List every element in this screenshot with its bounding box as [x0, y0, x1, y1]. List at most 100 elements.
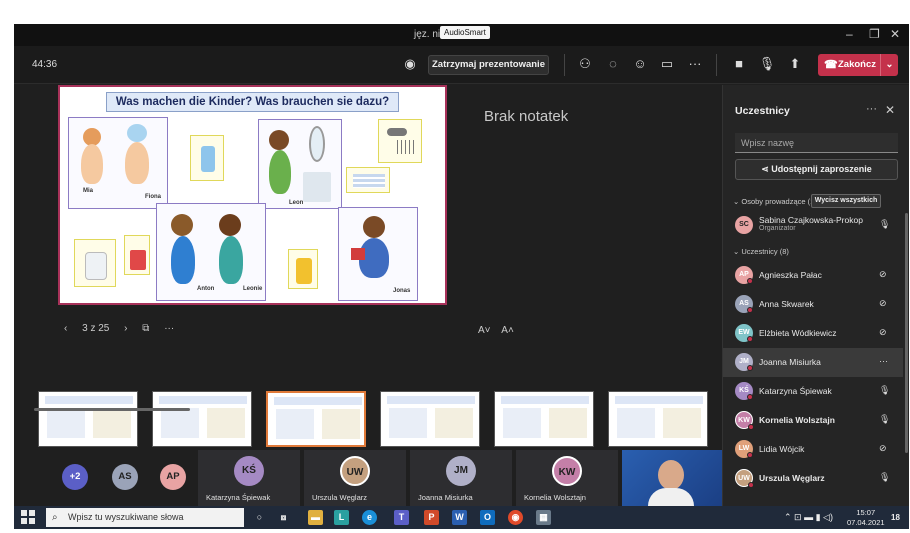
- label-leonie: Leonie: [243, 286, 263, 292]
- kid-body: [125, 142, 149, 184]
- notifications-icon[interactable]: 18: [888, 510, 903, 525]
- cortana-icon[interactable]: ○: [252, 510, 267, 525]
- task-view-icon[interactable]: ⧈: [276, 510, 291, 525]
- microphone-icon[interactable]: 🎙︎: [879, 385, 890, 396]
- label-fiona: Fiona: [145, 194, 161, 200]
- participant-row[interactable]: EW Elżbieta Wódkiewicz ⊘: [723, 319, 903, 348]
- video-tile[interactable]: KŚ Katarzyna Śpiewak: [198, 450, 300, 506]
- close-button[interactable]: ✕: [890, 27, 900, 41]
- grid-view-icon[interactable]: ⧉: [142, 323, 149, 334]
- teams-icon[interactable]: T: [394, 510, 409, 525]
- camera-icon[interactable]: ■: [730, 55, 748, 73]
- tile-name: Urszula Węglarz: [312, 493, 368, 502]
- slide-thumbnail[interactable]: [152, 391, 252, 447]
- participants-icon[interactable]: ⚇: [576, 55, 594, 73]
- label-leon: Leon: [289, 200, 304, 206]
- mute-all-button[interactable]: Wycisz wszystkich: [811, 194, 881, 208]
- slide-thumbnail[interactable]: [380, 391, 480, 447]
- participant-row-hovered[interactable]: JM Joanna Misiurka ···: [723, 348, 903, 377]
- shower-head: [387, 128, 407, 136]
- font-decrease-button[interactable]: A˅: [478, 325, 491, 336]
- avatar-initials: AS: [739, 300, 749, 307]
- end-call-button[interactable]: ☎ Zakończ ⌄: [818, 54, 898, 76]
- microphone-icon[interactable]: 🎙︎: [758, 55, 776, 73]
- powerpoint-icon[interactable]: P: [424, 510, 439, 525]
- reactions-icon[interactable]: ☺: [631, 55, 649, 73]
- participant-row[interactable]: AP Agnieszka Pałac ⊘: [723, 261, 903, 290]
- overflow-participants-button[interactable]: +2: [62, 464, 88, 490]
- presenters-section-header[interactable]: ⌄ Osoby prowadzące (1): [733, 197, 817, 206]
- microphone-off-icon[interactable]: ⊘: [879, 443, 887, 454]
- microphone-off-icon[interactable]: ⊘: [879, 298, 887, 309]
- chat-icon[interactable]: ◌: [604, 55, 622, 73]
- current-slide: Was machen die Kinder? Was brauchen sie …: [58, 85, 447, 305]
- microphone-icon[interactable]: 🎙︎: [879, 219, 890, 230]
- slide-picture-soap-dispenser: [190, 135, 224, 181]
- participants-scrollbar[interactable]: [905, 213, 908, 453]
- avatar: AS: [735, 295, 753, 313]
- presence-dot: [747, 365, 753, 371]
- video-tile[interactable]: UW Urszula Węglarz: [304, 450, 406, 506]
- slide-more-icon[interactable]: ···: [164, 323, 174, 334]
- slide-counter: 3 z 25: [82, 323, 110, 334]
- person-shoulders: [648, 488, 694, 506]
- more-icon[interactable]: ···: [866, 103, 877, 115]
- avatar: AS: [112, 464, 138, 490]
- chevron-down-icon[interactable]: ⌄: [880, 54, 898, 76]
- word-icon[interactable]: W: [452, 510, 467, 525]
- avatar: LW: [735, 440, 753, 458]
- share-tray-icon[interactable]: ⬆: [786, 55, 804, 73]
- share-invite-button[interactable]: ⋖ Udostępnij zaproszenie: [735, 159, 898, 180]
- slide-thumbnail[interactable]: [38, 391, 138, 447]
- participant-row[interactable]: SC Sabina Czajkowska-Prokop Organizator …: [723, 211, 903, 240]
- participants-header: Uczestnicy: [735, 105, 790, 117]
- microphone-off-icon[interactable]: ⊘: [879, 327, 887, 338]
- windows-start-icon[interactable]: [21, 510, 35, 524]
- video-tile[interactable]: KW Kornelia Wolsztajn: [516, 450, 618, 506]
- stop-presenting-button[interactable]: Zatrzymaj prezentowanie: [428, 55, 549, 75]
- more-options-icon[interactable]: ···: [686, 55, 704, 73]
- tile-name: Katarzyna Śpiewak: [206, 493, 271, 502]
- slide-thumbnail[interactable]: [608, 391, 708, 447]
- kid-head: [219, 214, 241, 236]
- attendees-section-header[interactable]: ⌄ Uczestnicy (8): [733, 247, 789, 256]
- restore-button[interactable]: ❐: [869, 27, 880, 41]
- attendees-section-label: Uczestnicy (8): [741, 247, 789, 256]
- taskbar-search-box[interactable]: ⌕ Wpisz tu wyszukiwane słowa: [46, 508, 244, 527]
- participant-row[interactable]: LW Lidia Wójcik ⊘: [723, 435, 903, 464]
- microphone-off-icon[interactable]: ⊘: [879, 269, 887, 280]
- font-increase-button[interactable]: A˄: [501, 325, 514, 336]
- slide-thumbnail[interactable]: [494, 391, 594, 447]
- microphone-icon[interactable]: 🎙︎: [879, 414, 890, 425]
- participant-search-input[interactable]: [735, 133, 898, 153]
- next-slide-icon[interactable]: ›: [124, 323, 127, 334]
- participant-row[interactable]: KW Kornelia Wolsztajn 🎙︎: [723, 406, 903, 435]
- eye-icon[interactable]: ◉: [401, 55, 419, 73]
- previous-slide-icon[interactable]: ‹: [64, 323, 67, 334]
- participant-row[interactable]: AS Anna Skwarek ⊘: [723, 290, 903, 319]
- close-icon[interactable]: ✕: [885, 103, 895, 117]
- end-call-label: Zakończ: [838, 59, 877, 70]
- kid-body: [269, 150, 291, 194]
- microphone-icon[interactable]: 🎙︎: [879, 472, 890, 483]
- calculator-icon[interactable]: ▦: [536, 510, 551, 525]
- breakout-rooms-icon[interactable]: ▭: [658, 55, 676, 73]
- participant-row[interactable]: KŚ Katarzyna Śpiewak 🎙︎: [723, 377, 903, 406]
- system-tray-icons[interactable]: ⌃ ⊡ ▬ ▮ ◁): [784, 512, 833, 523]
- participant-row[interactable]: UW Urszula Węglarz 🎙︎: [723, 464, 903, 493]
- video-tile[interactable]: JM Joanna Misiurka: [410, 450, 512, 506]
- presence-dot: [747, 394, 753, 400]
- outlook-icon[interactable]: O: [480, 510, 495, 525]
- slide-picture-shower-head: [378, 119, 422, 163]
- taskbar-clock[interactable]: 15:07 07.04.2021: [847, 508, 885, 528]
- self-video-tile[interactable]: [622, 450, 722, 506]
- edge-icon[interactable]: e: [362, 510, 377, 525]
- slide-thumbnail-active[interactable]: [266, 391, 366, 447]
- chrome-icon[interactable]: ◉: [508, 510, 523, 525]
- file-explorer-icon[interactable]: ▬: [308, 510, 323, 525]
- app-l-icon[interactable]: L: [334, 510, 349, 525]
- more-options-icon[interactable]: ···: [879, 356, 888, 366]
- slide-picture-brushing: Anton Leonie: [156, 203, 266, 301]
- thumbnails-scrollbar[interactable]: [34, 408, 190, 411]
- minimize-button[interactable]: –: [846, 27, 853, 41]
